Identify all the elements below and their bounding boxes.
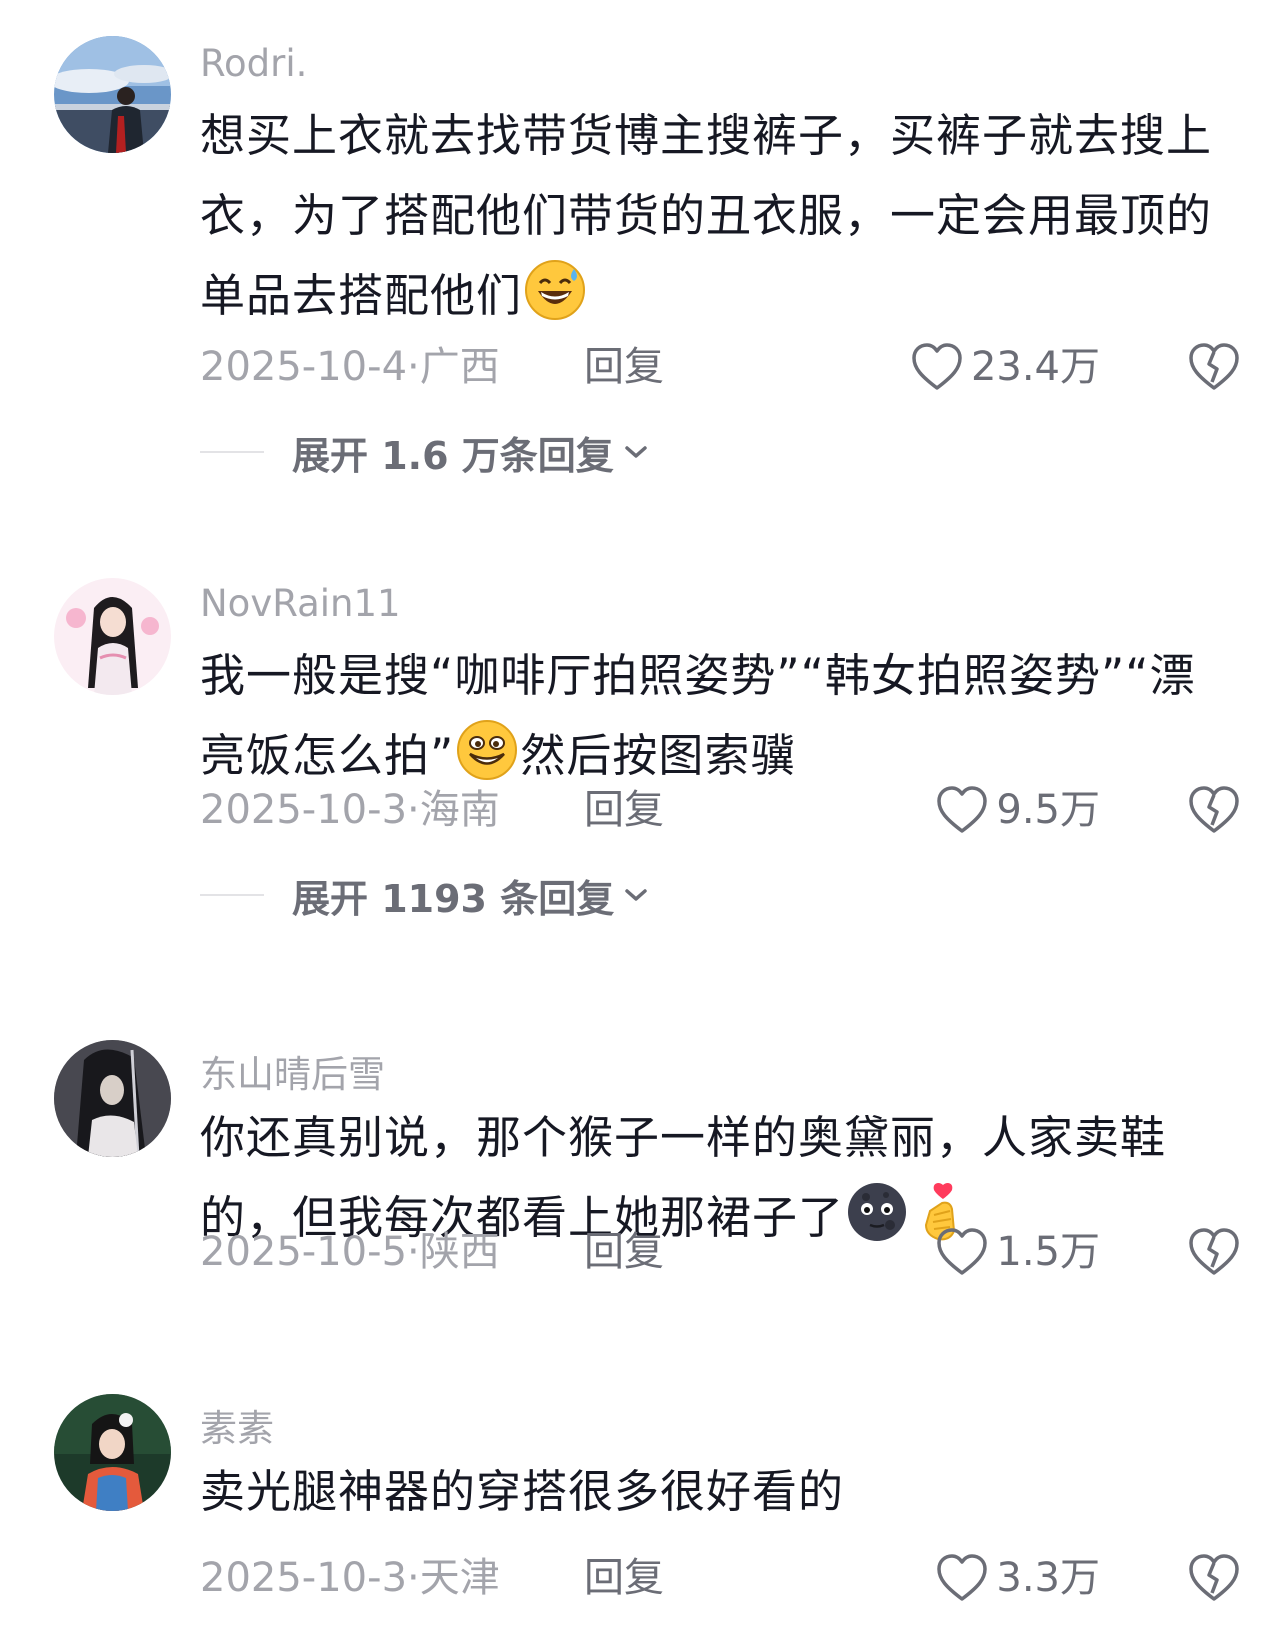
broken-heart-icon (1189, 343, 1239, 390)
like-count: 23.4万 (970, 344, 1100, 390)
comment-date-location: 2025-10-5·陕西 (200, 1222, 500, 1282)
comment-date-location: 2025-10-3·海南 (200, 780, 500, 840)
like-count: 3.3万 (996, 1555, 1100, 1601)
like-count: 9.5万 (996, 787, 1100, 833)
meta-separator: · (407, 1229, 420, 1275)
comment-text: 我一般是搜“咖啡厅拍照姿势”“韩女拍照姿势”“漂亮饭怎么拍” 然后按图索骥 (200, 636, 1230, 796)
expand-replies-button[interactable]: 展开 1193 条回复 (200, 870, 650, 921)
comment-date-location: 2025-10-3·天津 (200, 1548, 500, 1608)
comment-date: 2025-10-3 (200, 787, 408, 833)
comment-location: 天津 (419, 1555, 500, 1601)
comment-date: 2025-10-3 (200, 1555, 408, 1601)
like-button[interactable]: 1.5万 (936, 1222, 1100, 1282)
broken-heart-icon (1189, 1228, 1239, 1275)
broken-heart-icon (1189, 1554, 1239, 1601)
broken-heart-icon (1189, 786, 1239, 833)
comment-text: 卖光腿神器的穿搭很多很好看的 (200, 1452, 1230, 1532)
comment-date-location: 2025-10-4·广西 (200, 337, 500, 397)
meta-separator: · (407, 787, 420, 833)
expand-replies-button[interactable]: 展开 1.6 万条回复 (200, 427, 650, 478)
expand-replies-label: 展开 1193 条回复 (292, 876, 615, 921)
comment-text-part: 想买上衣就去找带货博主搜裤子，买裤子就去搜上衣，为了搭配他们带货的丑衣服，一定会… (200, 109, 1213, 322)
silly-grin-emoji (456, 719, 518, 781)
dislike-button[interactable] (1188, 1227, 1240, 1277)
comment-location: 广西 (419, 344, 500, 390)
comment-date: 2025-10-5 (200, 1229, 408, 1275)
comment-text-part: 然后按图索骥 (520, 729, 797, 782)
comment-text-part: 卖光腿神器的穿搭很多很好看的 (200, 1465, 845, 1518)
avatar[interactable] (54, 578, 171, 695)
comment-location: 海南 (419, 787, 500, 833)
like-button[interactable]: 9.5万 (936, 780, 1100, 840)
comment-meta: 2025-10-3·海南 回复 9.5万 (200, 780, 1240, 840)
username[interactable]: 东山晴后雪 (200, 1044, 385, 1098)
reply-button[interactable]: 回复 (584, 780, 664, 840)
reply-button[interactable]: 回复 (584, 337, 664, 397)
heart-outline-icon (937, 786, 988, 833)
comment-meta: 2025-10-3·天津 回复 3.3万 (200, 1548, 1240, 1608)
chevron-down-icon (625, 446, 647, 458)
username[interactable]: NovRain11 (200, 582, 401, 625)
avatar[interactable] (54, 36, 171, 153)
heart-outline-icon (937, 1554, 988, 1601)
dislike-button[interactable] (1188, 785, 1240, 835)
meta-separator: · (407, 1555, 420, 1601)
heart-outline-icon (937, 1228, 988, 1275)
meta-separator: · (407, 344, 420, 390)
like-button[interactable]: 23.4万 (911, 337, 1100, 397)
avatar[interactable] (54, 1394, 171, 1511)
comment-text: 想买上衣就去找带货博主搜裤子，买裤子就去搜上衣，为了搭配他们带货的丑衣服，一定会… (200, 96, 1230, 336)
username[interactable]: Rodri. (200, 42, 307, 85)
like-count: 1.5万 (996, 1229, 1100, 1275)
heart-outline-icon (912, 343, 962, 390)
comment-location: 陕西 (419, 1229, 500, 1275)
username[interactable]: 素素 (200, 1398, 274, 1452)
expand-replies-label: 展开 1.6 万条回复 (292, 433, 614, 478)
avatar[interactable] (54, 1040, 171, 1157)
like-button[interactable]: 3.3万 (936, 1548, 1100, 1608)
comment-meta: 2025-10-5·陕西 回复 1.5万 (200, 1222, 1240, 1282)
dislike-button[interactable] (1188, 1553, 1240, 1603)
reply-button[interactable]: 回复 (584, 1548, 664, 1608)
comment-date: 2025-10-4 (200, 344, 408, 390)
divider-line (200, 451, 264, 453)
grinning-sweat-emoji (524, 259, 586, 321)
comment-meta: 2025-10-4·广西 回复 23.4万 (200, 337, 1240, 397)
reply-button[interactable]: 回复 (584, 1222, 664, 1282)
dislike-button[interactable] (1188, 342, 1240, 392)
divider-line (200, 894, 264, 896)
chevron-down-icon (625, 889, 647, 901)
